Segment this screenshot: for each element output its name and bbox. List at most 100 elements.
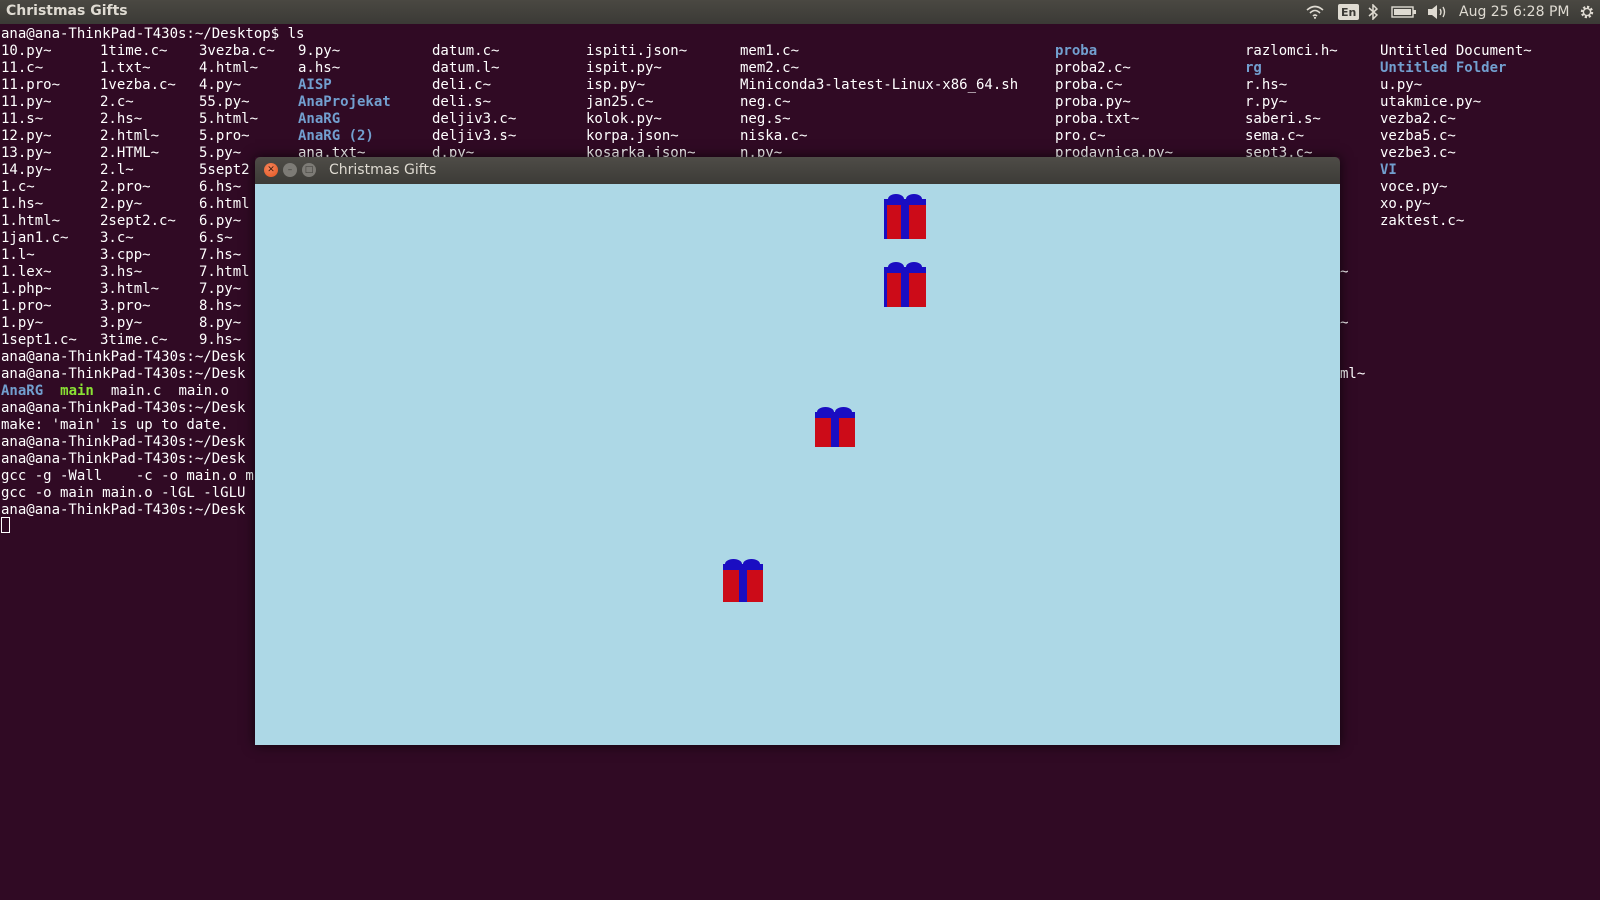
ls-file-entry: deljiv3.c~: [432, 111, 517, 127]
ls-file-entry: 1.pro~: [1, 298, 52, 314]
ls-directory-entry: rg: [1245, 60, 1262, 76]
ls-file-entry: mem1.c~: [740, 43, 800, 59]
ls-file-entry: r.py~: [1245, 94, 1288, 110]
ls-file-entry: Untitled Document~: [1380, 43, 1532, 59]
ls-entry: main: [60, 383, 94, 399]
ls-file-entry: u.py~: [1380, 77, 1423, 93]
ls-file-entry: 2sept2.c~: [100, 213, 176, 229]
ls-file-entry: 3.hs~: [100, 264, 143, 280]
ls-file-entry: 9.hs~: [199, 332, 242, 348]
ls-file-entry: 2.pro~: [100, 179, 151, 195]
ls-entry: main.o: [178, 383, 230, 399]
minimize-button[interactable]: –: [283, 163, 297, 177]
ls-file-entry: 11.c~: [1, 60, 44, 76]
ls-file-entry: datum.c~: [432, 43, 500, 59]
battery-icon[interactable]: [1390, 3, 1418, 21]
terminal-line: make: 'main' is up to date.: [1, 417, 229, 433]
ls-file-entry: vezbe3.c~: [1380, 145, 1456, 161]
ls-file-entry: deli.c~: [432, 77, 492, 93]
ls-file-entry: 1.txt~: [100, 60, 151, 76]
ls-file-entry: utakmice.py~: [1380, 94, 1482, 110]
ls-file-entry: datum.l~: [432, 60, 500, 76]
ls-directory-entry: proba: [1055, 43, 1098, 59]
gift-icon: [815, 407, 855, 447]
ls-file-entry: ispit.py~: [586, 60, 662, 76]
ls-file-entry: isp.py~: [586, 77, 646, 93]
ls-file-entry: vezba5.c~: [1380, 128, 1456, 144]
ls-file-entry: 1vezba.c~: [100, 77, 176, 93]
ls-file-entry: 5.html~: [199, 111, 259, 127]
ls-file-entry: 11.py~: [1, 94, 52, 110]
terminal-line: ana@ana-ThinkPad-T430s:~/Desk: [1, 451, 246, 467]
ls-file-entry: 10.py~: [1, 43, 52, 59]
gift-icon: [884, 262, 926, 307]
ls-file-entry: korpa.json~: [586, 128, 679, 144]
keyboard-icon[interactable]: En: [1338, 4, 1360, 20]
settings-gear-icon[interactable]: [1578, 3, 1596, 21]
ls-file-entry: jan25.c~: [586, 94, 654, 110]
ls-file-entry: deljiv3.s~: [432, 128, 517, 144]
ls-file-entry: 4.html~: [199, 60, 259, 76]
ls-file-entry: 2.c~: [100, 94, 134, 110]
ls-file-entry: 11.pro~: [1, 77, 61, 93]
ls-entry: main.c: [110, 383, 162, 399]
ls-file-entry: 1.py~: [1, 315, 44, 331]
ls-file-entry: Miniconda3-latest-Linux-x86_64.sh: [740, 77, 1019, 93]
ls-file-entry: 11.s~: [1, 111, 44, 127]
terminal-line: gcc -o main main.o -lGL -lGLU: [1, 485, 246, 501]
ls-file-entry: pro.c~: [1055, 128, 1106, 144]
top-panel: Christmas Gifts En Aug 25 6:28 PM: [0, 0, 1600, 24]
ls-file-entry: 1.l~: [1, 247, 35, 263]
christmas-gifts-window[interactable]: ✕ – □ Christmas Gifts: [255, 157, 1340, 745]
terminal-text-fragment: ml~: [1340, 366, 1366, 382]
ls-file-entry: proba.txt~: [1055, 111, 1140, 127]
ls-file-entry: 9.py~: [298, 43, 341, 59]
ls-file-entry: 6.html: [199, 196, 250, 212]
ls-file-entry: proba.c~: [1055, 77, 1123, 93]
ls-file-entry: 4.py~: [199, 77, 242, 93]
bluetooth-icon[interactable]: [1367, 3, 1379, 21]
ls-file-entry: 5sept2: [199, 162, 250, 178]
ls-file-entry: 2.hs~: [100, 111, 143, 127]
close-button[interactable]: ✕: [264, 163, 278, 177]
volume-icon[interactable]: [1426, 3, 1450, 21]
ls-file-entry: razlomci.h~: [1245, 43, 1338, 59]
ls-file-entry: 5.py~: [199, 145, 242, 161]
ls-directory-entry: Untitled Folder: [1380, 60, 1507, 76]
ls-file-entry: 3vezba.c~: [199, 43, 275, 59]
ls-file-entry: a.hs~: [298, 60, 341, 76]
ls-file-entry: 8.py~: [199, 315, 242, 331]
terminal-line: ana@ana-ThinkPad-T430s:~/Desk: [1, 366, 246, 382]
ls-entry: AnaRG: [1, 383, 44, 399]
terminal-text-fragment: ~: [1340, 264, 1349, 280]
game-canvas[interactable]: [255, 184, 1340, 745]
gift-icon: [884, 194, 926, 239]
ls-file-entry: vezba2.c~: [1380, 111, 1456, 127]
ls-file-entry: 2.HTML~: [100, 145, 160, 161]
ls-file-entry: ispiti.json~: [586, 43, 688, 59]
terminal-prompt-line: ana@ana-ThinkPad-T430s:~/Desktop$ ls: [1, 26, 305, 42]
ls-file-entry: 2.py~: [100, 196, 143, 212]
ls-file-entry: zaktest.c~: [1380, 213, 1465, 229]
ls-file-entry: 6.hs~: [199, 179, 242, 195]
ls-file-entry: r.hs~: [1245, 77, 1288, 93]
maximize-button[interactable]: □: [302, 163, 316, 177]
clock[interactable]: Aug 25 6:28 PM: [1459, 4, 1569, 20]
ls-file-entry: saberi.s~: [1245, 111, 1321, 127]
ls-file-entry: voce.py~: [1380, 179, 1448, 195]
ls-file-entry: proba.py~: [1055, 94, 1131, 110]
ls-file-entry: 1jan1.c~: [1, 230, 69, 246]
terminal-line: ana@ana-ThinkPad-T430s:~/Desk: [1, 349, 246, 365]
window-title: Christmas Gifts: [329, 162, 437, 178]
ls-file-entry: 1time.c~: [100, 43, 168, 59]
ls-file-entry: 6.py~: [199, 213, 242, 229]
wifi-icon[interactable]: [1304, 3, 1326, 21]
ls-file-entry: 55.py~: [199, 94, 250, 110]
ls-file-entry: 1.hs~: [1, 196, 44, 212]
window-titlebar[interactable]: ✕ – □ Christmas Gifts: [255, 157, 1340, 184]
ls-file-entry: 7.hs~: [199, 247, 242, 263]
terminal-line: gcc -g -Wall -c -o main.o m: [1, 468, 254, 484]
ls-file-entry: 6.s~: [199, 230, 233, 246]
ls-file-entry: 12.py~: [1, 128, 52, 144]
ls-file-entry: niska.c~: [740, 128, 808, 144]
